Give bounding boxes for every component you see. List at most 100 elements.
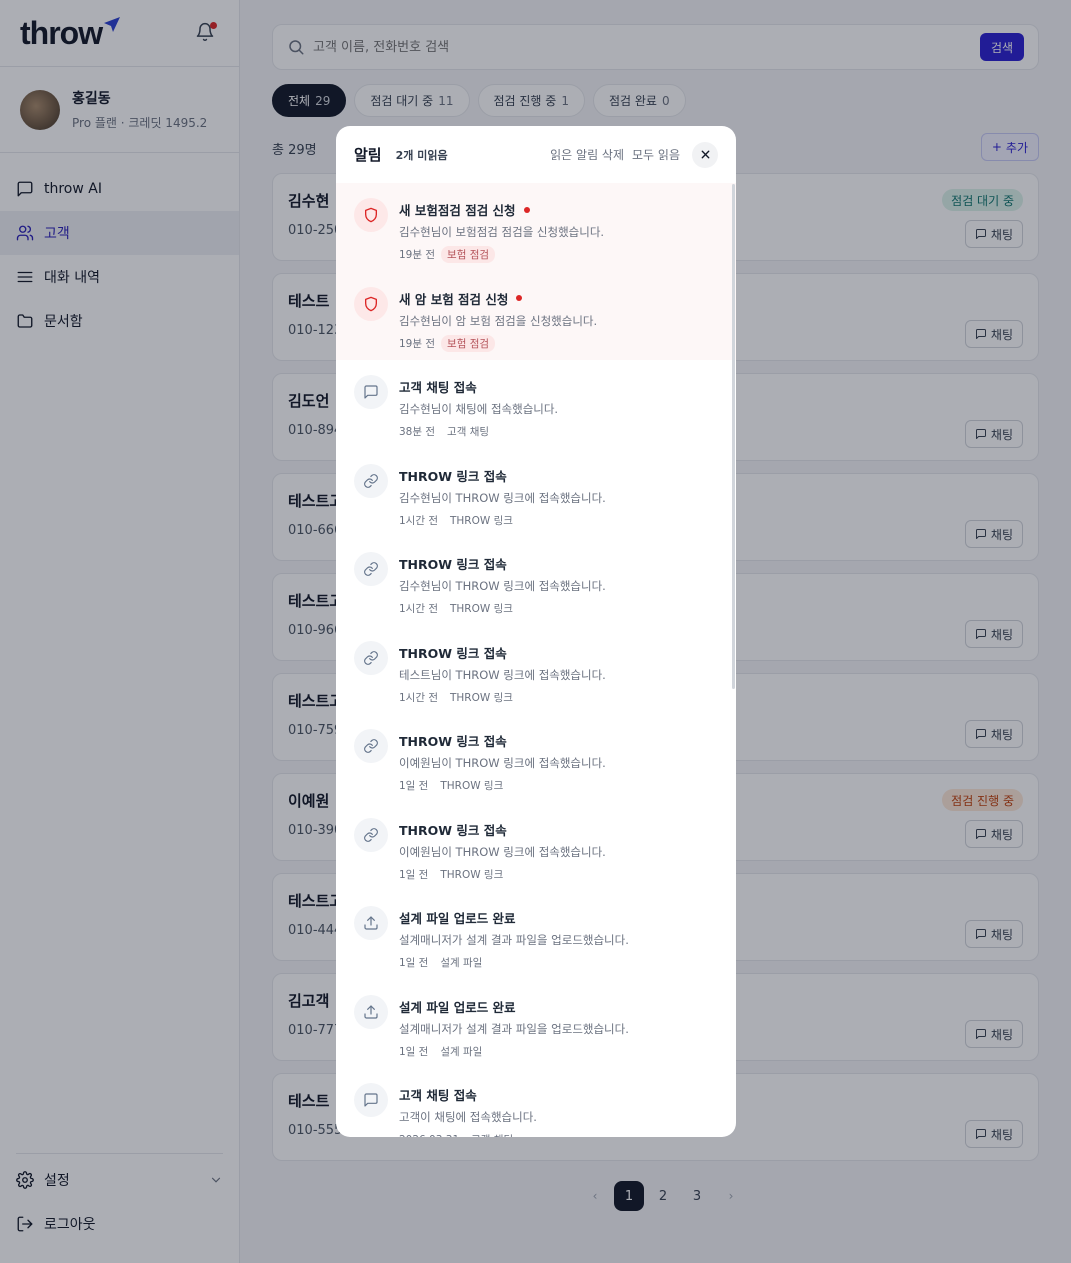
notification-title-row: 고객 채팅 접속: [399, 377, 558, 396]
notification-description: 테스트님이 THROW 링크에 접속했습니다.: [399, 667, 606, 682]
read-all-button[interactable]: 모두 읽음: [632, 146, 680, 163]
notification-category: 보험 점검: [441, 334, 496, 352]
notification-item[interactable]: THROW 링크 접속 김수현님이 THROW 링크에 접속했습니다. 1시간 …: [336, 449, 736, 538]
notification-meta: 1일 전 설계 파일: [399, 954, 629, 971]
notification-description: 김수현님이 암 보험 점검을 신청했습니다.: [399, 313, 598, 328]
notification-title-row: 새 보험점검 점검 신청: [399, 200, 604, 219]
notification-category: 설계 파일: [440, 957, 483, 969]
notification-title-row: THROW 링크 접속: [399, 466, 606, 485]
notification-item[interactable]: THROW 링크 접속 김수현님이 THROW 링크에 접속했습니다. 1시간 …: [336, 537, 736, 626]
link-icon: [354, 729, 388, 763]
link-icon: [354, 552, 388, 586]
notification-time: 1일 전: [399, 957, 429, 969]
notification-description: 이예원님이 THROW 링크에 접속했습니다.: [399, 844, 606, 859]
notification-title: THROW 링크 접속: [399, 468, 507, 484]
delete-read-button[interactable]: 읽은 알림 삭제: [550, 146, 624, 163]
upload-icon: [354, 994, 388, 1029]
notification-meta: 1일 전 THROW 링크: [399, 777, 606, 794]
notification-category: THROW 링크: [450, 603, 513, 615]
notification-category: THROW 링크: [450, 691, 513, 704]
notification-meta: 1일 전 설계 파일: [399, 1043, 629, 1060]
modal-actions: 읽은 알림 삭제 모두 읽음: [550, 141, 718, 168]
notification-title-row: 설계 파일 업로드 완료: [399, 908, 629, 927]
close-button[interactable]: [692, 141, 718, 168]
notification-item[interactable]: 고객 채팅 접속 김수현님이 채팅에 접속했습니다. 38분 전 고객 채팅: [336, 360, 736, 449]
notification-meta: 38분 전 고객 채팅: [399, 423, 558, 440]
notification-list[interactable]: 새 보험점검 점검 신청 김수현님이 보험점검 점검을 신청했습니다. 19분 …: [336, 183, 736, 1137]
shield-icon: [354, 198, 388, 232]
unread-dot: [516, 295, 523, 301]
notification-meta: 19분 전 보험 점검: [399, 334, 597, 352]
notification-title-row: 고객 채팅 접속: [399, 1085, 537, 1104]
notification-title-row: THROW 링크 접속: [399, 820, 606, 839]
notification-time: 1일 전: [399, 868, 429, 881]
notification-title: THROW 링크 접속: [399, 557, 507, 572]
unread-dot: [523, 206, 530, 213]
notification-item[interactable]: 설계 파일 업로드 완료 설계매니저가 설계 결과 파일을 업로드했습니다. 1…: [336, 980, 736, 1069]
notification-item[interactable]: THROW 링크 접속 이예원님이 THROW 링크에 접속했습니다. 1일 전…: [336, 714, 736, 803]
notification-title: THROW 링크 접속: [399, 645, 507, 661]
notification-description: 설계매니저가 설계 결과 파일을 업로드했습니다.: [399, 933, 629, 947]
notification-description: 김수현님이 채팅에 접속했습니다.: [399, 402, 559, 416]
notification-time: 1시간 전: [399, 514, 438, 527]
notification-category: 보험 점검: [441, 246, 496, 263]
notification-category: THROW 링크: [440, 868, 504, 881]
unread-count: 2개 미읽음: [395, 148, 448, 162]
notification-item[interactable]: THROW 링크 접속 테스트님이 THROW 링크에 접속했습니다. 1시간 …: [336, 626, 736, 715]
close-icon: [701, 150, 709, 159]
notification-meta: 2026.03.31 고객 채팅: [399, 1131, 537, 1138]
notification-time: 2026.03.31: [399, 1134, 459, 1138]
notification-title: THROW 링크 접속: [399, 822, 507, 838]
notification-meta: 1시간 전 THROW 링크: [399, 689, 606, 706]
notification-description: 고객이 채팅에 접속했습니다.: [399, 1110, 537, 1124]
notification-category: THROW 링크: [450, 514, 513, 527]
notification-description: 김수현님이 THROW 링크에 접속했습니다.: [399, 490, 606, 505]
notification-title: THROW 링크 접속: [399, 734, 507, 749]
modal-header: 알림 2개 미읽음 읽은 알림 삭제 모두 읽음: [336, 126, 736, 183]
notification-title: 새 보험점검 점검 신청: [399, 203, 516, 218]
notification-description: 이예원님이 THROW 링크에 접속했습니다.: [399, 756, 606, 770]
notification-item[interactable]: THROW 링크 접속 이예원님이 THROW 링크에 접속했습니다. 1일 전…: [336, 803, 736, 892]
notification-category: THROW 링크: [440, 780, 504, 792]
notification-title-row: THROW 링크 접속: [399, 643, 606, 662]
notification-title: 새 암 보험 점검 신청: [399, 291, 509, 307]
notification-item[interactable]: 새 보험점검 점검 신청 김수현님이 보험점검 점검을 신청했습니다. 19분 …: [336, 183, 736, 272]
link-icon: [354, 640, 388, 675]
notification-title: 고객 채팅 접속: [399, 380, 477, 395]
notification-meta: 1시간 전 THROW 링크: [399, 512, 606, 529]
notifications-modal: 알림 2개 미읽음 읽은 알림 삭제 모두 읽음 새 보험점검 점검 신청 김수…: [336, 126, 736, 1137]
notification-description: 김수현님이 보험점검 점검을 신청했습니다.: [399, 225, 605, 239]
notification-time: 19분 전: [399, 249, 436, 261]
notification-title-row: 새 암 보험 점검 신청: [399, 289, 597, 308]
notification-category: 고객 채팅: [447, 426, 490, 438]
notification-time: 1일 전: [399, 1045, 429, 1058]
notification-time: 1시간 전: [399, 691, 438, 704]
notification-meta: 19분 전 보험 점검: [399, 246, 604, 263]
notification-time: 1시간 전: [399, 603, 438, 615]
shield-icon: [354, 286, 388, 321]
notification-time: 38분 전: [399, 426, 436, 438]
message-square-icon: [354, 1083, 388, 1117]
notification-meta: 1일 전 THROW 링크: [399, 866, 606, 883]
notification-description: 김수현님이 THROW 링크에 접속했습니다.: [399, 579, 606, 593]
notification-title-row: 설계 파일 업로드 완료: [399, 997, 629, 1016]
link-icon: [354, 463, 388, 498]
notification-title-row: THROW 링크 접속: [399, 554, 606, 573]
notification-description: 설계매니저가 설계 결과 파일을 업로드했습니다.: [399, 1021, 629, 1036]
notification-category: 고객 채팅: [465, 1131, 519, 1137]
upload-icon: [354, 906, 388, 940]
notification-item[interactable]: 새 암 보험 점검 신청 김수현님이 암 보험 점검을 신청했습니다. 19분 …: [336, 271, 736, 360]
notification-title: 설계 파일 업로드 완료: [399, 911, 516, 926]
notification-category: 설계 파일: [440, 1045, 483, 1058]
modal-title: 알림: [354, 146, 382, 164]
notification-time: 1일 전: [399, 780, 429, 792]
notification-time: 19분 전: [399, 337, 436, 350]
scrollbar[interactable]: [732, 184, 735, 689]
notification-item[interactable]: 고객 채팅 접속 고객이 채팅에 접속했습니다. 2026.03.31 고객 채…: [336, 1068, 736, 1137]
notification-meta: 1시간 전 THROW 링크: [399, 600, 606, 617]
message-square-icon: [354, 375, 388, 409]
notification-item[interactable]: 설계 파일 업로드 완료 설계매니저가 설계 결과 파일을 업로드했습니다. 1…: [336, 891, 736, 980]
notification-title-row: THROW 링크 접속: [399, 731, 606, 750]
link-icon: [354, 817, 388, 852]
notification-title: 고객 채팅 접속: [399, 1088, 477, 1103]
